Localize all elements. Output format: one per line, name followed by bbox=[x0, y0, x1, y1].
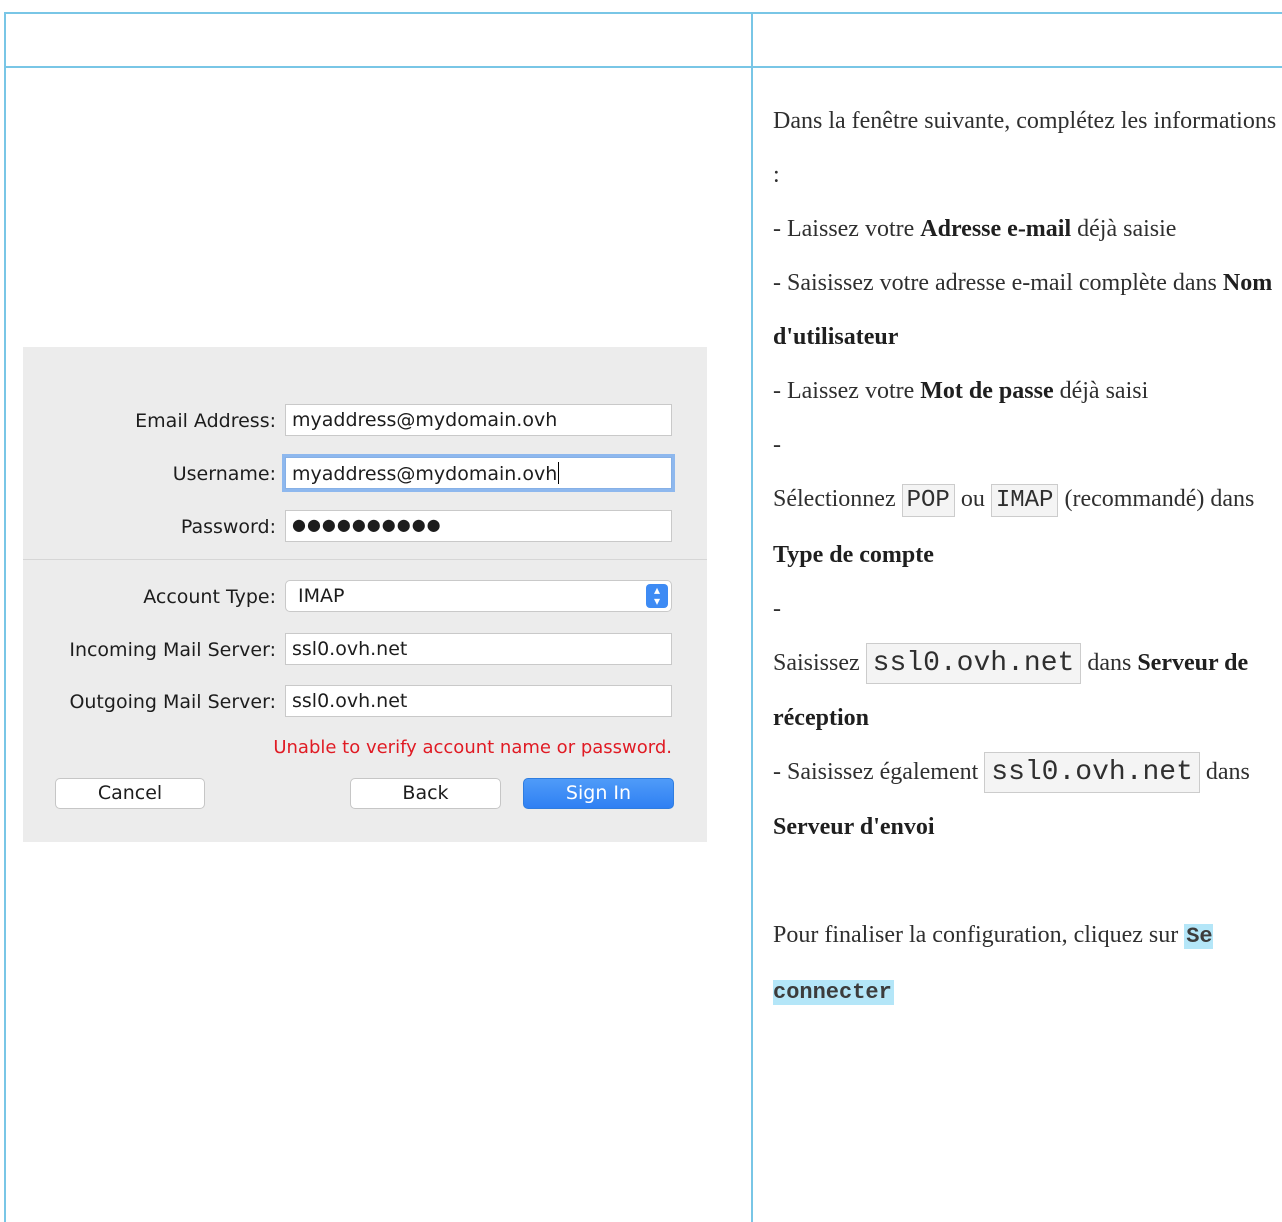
step-outgoing: - Saisissez également ssl0.ovh.net dans … bbox=[773, 745, 1278, 854]
username-label: Username: bbox=[172, 463, 276, 485]
username-row: Username: myaddress@mydomain.ovh bbox=[23, 457, 707, 491]
password-label: Password: bbox=[180, 516, 276, 538]
outgoing-row: Outgoing Mail Server: ssl0.ovh.net bbox=[23, 685, 707, 719]
password-dots: ●●●●●●●●●● bbox=[292, 515, 442, 534]
incoming-row: Incoming Mail Server: ssl0.ovh.net bbox=[23, 633, 707, 667]
password-term: Mot de passe bbox=[920, 378, 1054, 404]
dialog-separator bbox=[23, 559, 707, 560]
step-account-type: - Sélectionnez POP ou IMAP (recommandé) d… bbox=[773, 432, 1255, 568]
final-step: Pour finaliser la configuration, cliquez… bbox=[773, 922, 1213, 1005]
mail-account-dialog: Email Address: myaddress@mydomain.ovh Us… bbox=[23, 347, 707, 842]
text-caret bbox=[558, 462, 560, 484]
step-email: - Laissez votre Adresse e-mail déjà sais… bbox=[773, 216, 1177, 242]
incoming-server-label: Incoming Mail Server: bbox=[69, 639, 276, 661]
cancel-button[interactable]: Cancel bbox=[55, 778, 205, 809]
username-value: myaddress@mydomain.ovh bbox=[292, 463, 558, 485]
step-username: - Saisissez votre adresse e-mail complèt… bbox=[773, 270, 1273, 350]
sign-in-button[interactable]: Sign In bbox=[523, 778, 674, 809]
account-type-select[interactable]: IMAP ▴ ▾ bbox=[285, 580, 672, 612]
password-row: Password: ●●●●●●●●●● bbox=[23, 510, 707, 544]
email-field[interactable]: myaddress@mydomain.ovh bbox=[285, 404, 672, 436]
pop-code: POP bbox=[901, 484, 955, 517]
outgoing-server-code: ssl0.ovh.net bbox=[984, 752, 1200, 793]
step-incoming: - Saisissez ssl0.ovh.net dans Serveur de … bbox=[773, 596, 1249, 731]
account-type-term: Type de compte bbox=[773, 542, 934, 568]
account-type-value: IMAP bbox=[298, 585, 345, 607]
password-field[interactable]: ●●●●●●●●●● bbox=[285, 510, 672, 542]
table-left-border bbox=[4, 12, 6, 1222]
table-header-border bbox=[5, 66, 1282, 68]
outgoing-server-term: Serveur d'envoi bbox=[773, 814, 935, 840]
outgoing-server-label: Outgoing Mail Server: bbox=[69, 691, 276, 713]
username-field[interactable]: myaddress@mydomain.ovh bbox=[285, 457, 672, 489]
email-term: Adresse e-mail bbox=[920, 216, 1072, 242]
intro-text: Dans la fenêtre suivante, complétez les … bbox=[773, 108, 1277, 188]
table-column-divider bbox=[751, 12, 753, 1222]
email-row: Email Address: myaddress@mydomain.ovh bbox=[23, 404, 707, 438]
back-button[interactable]: Back bbox=[350, 778, 501, 809]
step-password: - Laissez votre Mot de passe déjà saisi bbox=[773, 378, 1149, 404]
imap-code: IMAP bbox=[990, 484, 1059, 517]
table-top-border bbox=[5, 12, 1282, 14]
chevron-updown-icon: ▴ ▾ bbox=[646, 584, 668, 608]
account-type-row: Account Type: IMAP ▴ ▾ bbox=[23, 580, 707, 614]
incoming-server-code: ssl0.ovh.net bbox=[865, 643, 1082, 684]
instructions: Dans la fenêtre suivante, complétez les … bbox=[773, 94, 1278, 1020]
email-label: Email Address: bbox=[135, 410, 276, 432]
incoming-server-field[interactable]: ssl0.ovh.net bbox=[285, 633, 672, 665]
account-type-label: Account Type: bbox=[143, 586, 276, 608]
error-message: Unable to verify account name or passwor… bbox=[273, 737, 672, 758]
outgoing-server-field[interactable]: ssl0.ovh.net bbox=[285, 685, 672, 717]
